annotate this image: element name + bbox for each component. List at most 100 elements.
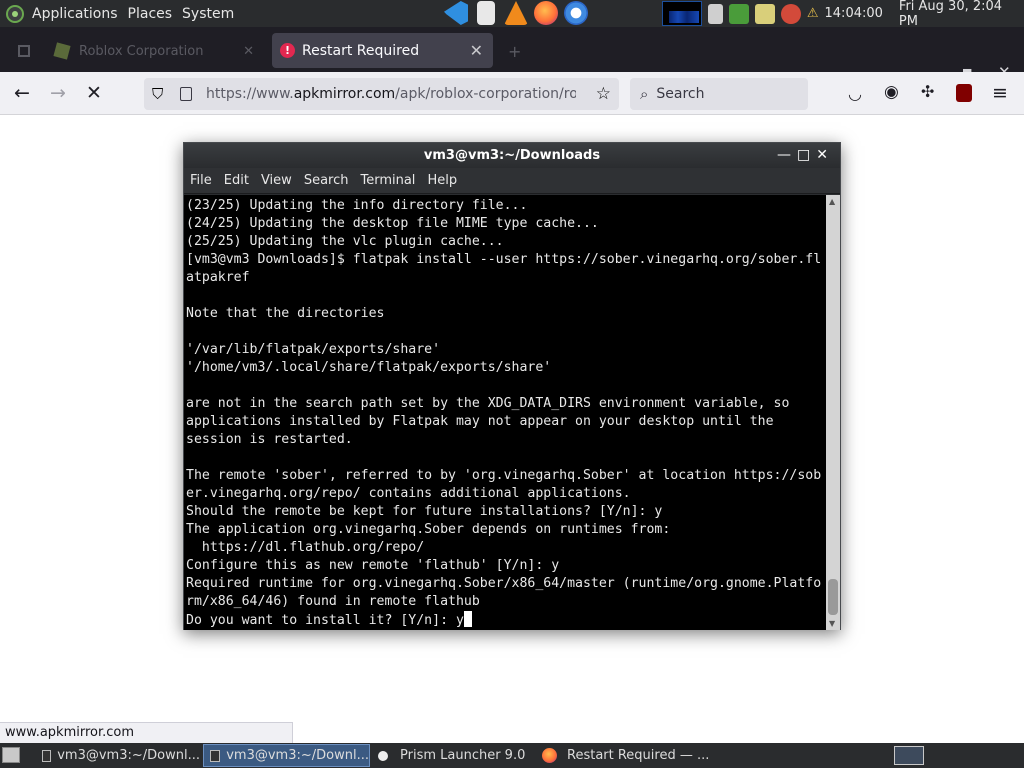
terminal-line: applications installed by Flatpak may no… — [186, 414, 774, 429]
terminal-prompt-text: Do you want to install it? [Y/n]: y — [186, 613, 464, 628]
terminal-window: vm3@vm3:~/Downloads —□✕ File Edit View S… — [183, 142, 841, 630]
system-menu[interactable]: System — [177, 6, 239, 22]
terminal-line: are not in the search path set by the XD… — [186, 396, 790, 411]
firefox-icon[interactable] — [534, 1, 558, 25]
task-label: vm3@vm3:~/Downl... — [226, 748, 369, 763]
task-prism-launcher[interactable]: Prism Launcher 9.0 — [372, 744, 532, 767]
task-label: Restart Required — ... — [567, 748, 710, 763]
page-info-icon[interactable] — [180, 87, 192, 101]
terminal-line: atpakref — [186, 270, 250, 285]
terminal-line: (25/25) Updating the vlc plugin cache... — [186, 234, 504, 249]
panel-menu: Applications Places System — [27, 0, 239, 27]
scrollbar-thumb[interactable] — [828, 579, 838, 615]
task-label: Prism Launcher 9.0 — [400, 748, 526, 763]
browser-tab-bar: Roblox Corporation ✕ + — ■ ✕ — [0, 27, 1024, 81]
panel-clock[interactable]: 14:04:00 — [825, 6, 883, 21]
system-tray: ⚠ 14:04:00 Fri Aug 30, 2:04 PM — [662, 0, 1024, 29]
terminal-line: Note that the directories — [186, 306, 385, 321]
terminal-menu-file[interactable]: File — [184, 173, 218, 188]
hamburger-menu-icon[interactable]: ≡ — [992, 82, 1008, 104]
search-bar[interactable]: ⌕ Search — [630, 78, 808, 110]
back-icon[interactable]: ← — [14, 82, 30, 104]
terminal-scrollbar[interactable]: ▲ ▼ — [826, 195, 840, 630]
tab-restart-required[interactable]: ! Restart Required ✕ — [272, 33, 493, 68]
scroll-up-icon[interactable]: ▲ — [829, 197, 835, 206]
pocket-icon[interactable]: ◡ — [848, 84, 862, 103]
tab-restart-label: Restart Required — [302, 42, 420, 59]
stop-icon[interactable]: ✕ — [86, 82, 102, 104]
tab-overview-icon[interactable] — [18, 35, 30, 67]
url-bar[interactable]: ⛉ https://www.apkmirror.com/apk/roblox-c… — [144, 78, 619, 110]
trash-icon[interactable] — [707, 3, 724, 24]
exit-icon[interactable] — [729, 3, 750, 24]
terminal-line: The application org.vinegarhq.Sober depe… — [186, 522, 671, 537]
terminal-line: The remote 'sober', referred to by 'org.… — [186, 468, 822, 483]
tab-roblox-close-icon[interactable]: ✕ — [243, 44, 254, 59]
scroll-down-icon[interactable]: ▼ — [829, 619, 835, 628]
forward-icon[interactable]: → — [50, 82, 66, 104]
task-label: vm3@vm3:~/Downl... — [57, 748, 200, 763]
chromium-icon[interactable] — [564, 1, 588, 25]
terminal-task-icon — [42, 749, 52, 762]
show-desktop-icon[interactable] — [2, 747, 20, 763]
terminal-task-icon — [210, 749, 221, 762]
notification-icon[interactable] — [755, 3, 776, 24]
search-placeholder: Search — [656, 86, 705, 102]
terminal-prompt-line[interactable]: Do you want to install it? [Y/n]: y — [186, 611, 826, 630]
terminal-line: Configure this as new remote 'flathub' [… — [186, 558, 560, 573]
terminal-minimize-icon[interactable]: — — [777, 147, 797, 163]
account-icon[interactable]: ◉ — [884, 82, 899, 102]
terminal-line: (24/25) Updating the desktop file MIME t… — [186, 216, 599, 231]
text-editor-icon[interactable] — [477, 1, 495, 25]
warning-icon[interactable]: ⚠ — [807, 6, 819, 21]
tab-close-icon[interactable]: ✕ — [470, 41, 483, 60]
terminal-output[interactable]: (23/25) Updating the info directory file… — [184, 195, 826, 630]
task-firefox[interactable]: Restart Required — ... — [538, 744, 718, 767]
applications-menu[interactable]: Applications — [27, 6, 123, 22]
terminal-menu-edit[interactable]: Edit — [218, 173, 255, 188]
terminal-menu-view[interactable]: View — [255, 173, 298, 188]
vscode-icon[interactable] — [444, 1, 468, 25]
panel-date[interactable]: Fri Aug 30, 2:04 PM — [899, 0, 1024, 29]
terminal-window-buttons: —□✕ — [777, 143, 834, 168]
panel-launchers — [444, 1, 588, 25]
shield-icon[interactable]: ⛉ — [152, 85, 163, 103]
settings-burst-icon[interactable] — [781, 3, 801, 24]
terminal-line: '/home/vm3/.local/share/flatpak/exports/… — [186, 360, 552, 375]
gnome-menu-icon[interactable] — [6, 4, 24, 23]
vlc-icon[interactable] — [504, 1, 528, 25]
terminal-line: er.vinegarhq.org/repo/ contains addition… — [186, 486, 631, 501]
terminal-menu-terminal[interactable]: Terminal — [354, 173, 421, 188]
terminal-menu-help[interactable]: Help — [421, 173, 463, 188]
terminal-line: https://dl.flathub.org/repo/ — [186, 540, 425, 555]
bookmark-star-icon[interactable]: ☆ — [596, 84, 611, 104]
terminal-title: vm3@vm3:~/Downloads — [423, 148, 601, 163]
url-text[interactable]: https://www.apkmirror.com/apk/roblox-cor… — [206, 86, 576, 102]
workspace-switcher[interactable] — [894, 746, 924, 765]
new-tab-button[interactable]: + — [508, 35, 521, 67]
extensions-icon[interactable]: ✣ — [921, 82, 934, 101]
ublock-icon[interactable] — [956, 84, 972, 102]
link-status-preview: www.apkmirror.com — [0, 722, 293, 744]
terminal-title-bar[interactable]: vm3@vm3:~/Downloads —□✕ — [184, 143, 840, 168]
terminal-line: session is restarted. — [186, 432, 353, 447]
places-menu[interactable]: Places — [123, 6, 178, 22]
bottom-taskbar: vm3@vm3:~/Downl... vm3@vm3:~/Downl... Pr… — [0, 743, 1024, 768]
terminal-line: [vm3@vm3 Downloads]$ flatpak install --u… — [186, 252, 822, 267]
terminal-close-icon[interactable]: ✕ — [816, 147, 834, 163]
terminal-maximize-icon[interactable]: □ — [797, 147, 816, 163]
task-terminal-2[interactable]: vm3@vm3:~/Downl... — [203, 744, 370, 767]
terminal-cursor — [463, 611, 472, 627]
browser-nav-bar: ← → ✕ ⛉ https://www.apkmirror.com/apk/ro… — [0, 72, 1024, 115]
terminal-menu-search[interactable]: Search — [298, 173, 355, 188]
search-icon: ⌕ — [640, 85, 649, 103]
warning-badge-icon: ! — [280, 43, 295, 58]
task-terminal-1[interactable]: vm3@vm3:~/Downl... — [36, 744, 200, 767]
tab-roblox[interactable]: Roblox Corporation ✕ — [53, 35, 260, 67]
terminal-line: (23/25) Updating the info directory file… — [186, 198, 528, 213]
system-monitor-graph[interactable] — [662, 1, 702, 26]
